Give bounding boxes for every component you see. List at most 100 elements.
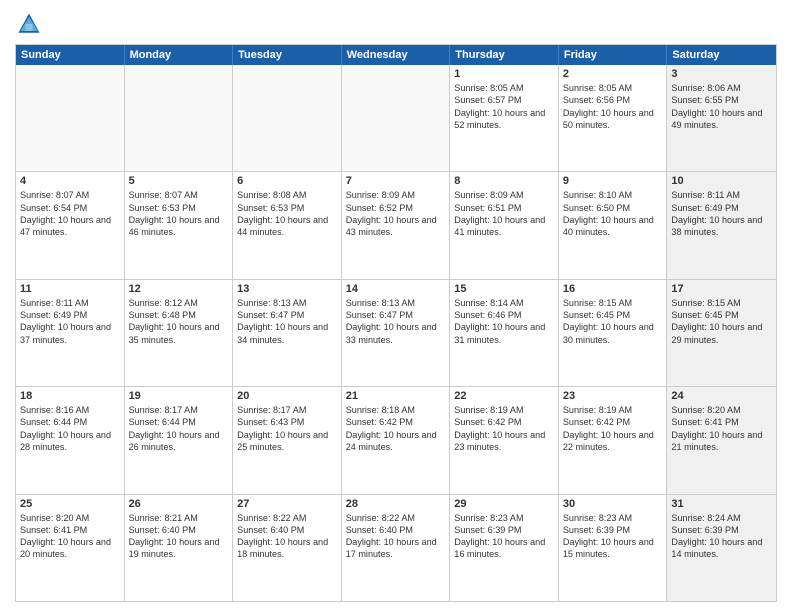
cell-text: Sunrise: 8:14 AM Sunset: 6:46 PM Dayligh… xyxy=(454,297,554,346)
day-number: 5 xyxy=(129,175,229,187)
day-number: 7 xyxy=(346,175,446,187)
cell-text: Sunrise: 8:11 AM Sunset: 6:49 PM Dayligh… xyxy=(20,297,120,346)
cell-text: Sunrise: 8:17 AM Sunset: 6:43 PM Dayligh… xyxy=(237,404,337,453)
day-number: 4 xyxy=(20,175,120,187)
cal-cell-30: 30 Sunrise: 8:23 AM Sunset: 6:39 PM Dayli… xyxy=(559,495,668,601)
day-number: 22 xyxy=(454,390,554,402)
day-number: 15 xyxy=(454,283,554,295)
cal-cell-empty-3 xyxy=(342,65,451,171)
cell-text: Sunrise: 8:23 AM Sunset: 6:39 PM Dayligh… xyxy=(563,512,663,561)
cal-cell-16: 16Sunrise: 8:15 AM Sunset: 6:45 PM Dayli… xyxy=(559,280,668,386)
cal-header-cell-saturday: Saturday xyxy=(667,45,776,65)
cell-text: Sunrise: 8:22 AM Sunset: 6:40 PM Dayligh… xyxy=(346,512,446,561)
cal-cell-14: 14 Sunrise: 8:13 AM Sunset: 6:47 PM Dayli… xyxy=(342,280,451,386)
cal-cell-empty-1 xyxy=(125,65,234,171)
cell-text: Sunrise: 8:13 AM Sunset: 6:47 PM Dayligh… xyxy=(346,297,446,346)
cal-cell-11: 11 Sunrise: 8:11 AM Sunset: 6:49 PM Dayli… xyxy=(16,280,125,386)
cell-text: Sunrise: 8:22 AM Sunset: 6:40 PM Dayligh… xyxy=(237,512,337,561)
calendar-body: 1Sunrise: 8:05 AM Sunset: 6:57 PM Daylig… xyxy=(16,65,776,601)
day-number: 2 xyxy=(563,68,663,80)
day-number: 13 xyxy=(237,283,337,295)
cell-text: Sunrise: 8:19 AM Sunset: 6:42 PM Dayligh… xyxy=(454,404,554,453)
day-number: 28 xyxy=(346,498,446,510)
day-number: 6 xyxy=(237,175,337,187)
day-number: 17 xyxy=(671,283,772,295)
day-number: 26 xyxy=(129,498,229,510)
cal-cell-3: 3Sunrise: 8:06 AM Sunset: 6:55 PM Daylig… xyxy=(667,65,776,171)
cal-cell-28: 28 Sunrise: 8:22 AM Sunset: 6:40 PM Dayli… xyxy=(342,495,451,601)
cell-text: Sunrise: 8:06 AM Sunset: 6:55 PM Dayligh… xyxy=(671,82,772,131)
cal-cell-15: 15 Sunrise: 8:14 AM Sunset: 6:46 PM Dayli… xyxy=(450,280,559,386)
cell-text: Sunrise: 8:05 AM Sunset: 6:57 PM Dayligh… xyxy=(454,82,554,131)
logo xyxy=(15,10,47,38)
cal-week-3: 18 Sunrise: 8:16 AM Sunset: 6:44 PM Dayli… xyxy=(16,387,776,494)
cal-cell-21: 21 Sunrise: 8:18 AM Sunset: 6:42 PM Dayli… xyxy=(342,387,451,493)
calendar-header-row: SundayMondayTuesdayWednesdayThursdayFrid… xyxy=(16,45,776,65)
day-number: 29 xyxy=(454,498,554,510)
cal-cell-27: 27 Sunrise: 8:22 AM Sunset: 6:40 PM Dayli… xyxy=(233,495,342,601)
cell-text: Sunrise: 8:18 AM Sunset: 6:42 PM Dayligh… xyxy=(346,404,446,453)
cal-cell-empty-0 xyxy=(16,65,125,171)
cell-text: Sunrise: 8:16 AM Sunset: 6:44 PM Dayligh… xyxy=(20,404,120,453)
cal-cell-23: 23Sunrise: 8:19 AM Sunset: 6:42 PM Dayli… xyxy=(559,387,668,493)
cal-cell-8: 8 Sunrise: 8:09 AM Sunset: 6:51 PM Daylig… xyxy=(450,172,559,278)
cell-text: Sunrise: 8:17 AM Sunset: 6:44 PM Dayligh… xyxy=(129,404,229,453)
cal-cell-5: 5Sunrise: 8:07 AM Sunset: 6:53 PM Daylig… xyxy=(125,172,234,278)
day-number: 20 xyxy=(237,390,337,402)
page: SundayMondayTuesdayWednesdayThursdayFrid… xyxy=(0,0,792,612)
day-number: 30 xyxy=(563,498,663,510)
cal-cell-24: 24Sunrise: 8:20 AM Sunset: 6:41 PM Dayli… xyxy=(667,387,776,493)
cal-header-cell-monday: Monday xyxy=(125,45,234,65)
cell-text: Sunrise: 8:09 AM Sunset: 6:52 PM Dayligh… xyxy=(346,189,446,238)
cal-cell-19: 19 Sunrise: 8:17 AM Sunset: 6:44 PM Dayli… xyxy=(125,387,234,493)
cell-text: Sunrise: 8:19 AM Sunset: 6:42 PM Dayligh… xyxy=(563,404,663,453)
day-number: 14 xyxy=(346,283,446,295)
cell-text: Sunrise: 8:24 AM Sunset: 6:39 PM Dayligh… xyxy=(671,512,772,561)
logo-icon xyxy=(15,10,43,38)
day-number: 16 xyxy=(563,283,663,295)
day-number: 11 xyxy=(20,283,120,295)
cal-cell-17: 17 Sunrise: 8:15 AM Sunset: 6:45 PM Dayli… xyxy=(667,280,776,386)
header xyxy=(15,10,777,38)
cal-cell-4: 4 Sunrise: 8:07 AM Sunset: 6:54 PM Daylig… xyxy=(16,172,125,278)
day-number: 10 xyxy=(671,175,772,187)
cal-cell-9: 9 Sunrise: 8:10 AM Sunset: 6:50 PM Daylig… xyxy=(559,172,668,278)
cell-text: Sunrise: 8:15 AM Sunset: 6:45 PM Dayligh… xyxy=(671,297,772,346)
cal-cell-18: 18 Sunrise: 8:16 AM Sunset: 6:44 PM Dayli… xyxy=(16,387,125,493)
day-number: 24 xyxy=(671,390,772,402)
cal-header-cell-thursday: Thursday xyxy=(450,45,559,65)
cal-cell-1: 1Sunrise: 8:05 AM Sunset: 6:57 PM Daylig… xyxy=(450,65,559,171)
cell-text: Sunrise: 8:11 AM Sunset: 6:49 PM Dayligh… xyxy=(671,189,772,238)
cell-text: Sunrise: 8:20 AM Sunset: 6:41 PM Dayligh… xyxy=(20,512,120,561)
cal-cell-20: 20 Sunrise: 8:17 AM Sunset: 6:43 PM Dayli… xyxy=(233,387,342,493)
cal-header-cell-friday: Friday xyxy=(559,45,668,65)
cal-cell-25: 25Sunrise: 8:20 AM Sunset: 6:41 PM Dayli… xyxy=(16,495,125,601)
day-number: 18 xyxy=(20,390,120,402)
cal-week-4: 25Sunrise: 8:20 AM Sunset: 6:41 PM Dayli… xyxy=(16,495,776,601)
cell-text: Sunrise: 8:07 AM Sunset: 6:54 PM Dayligh… xyxy=(20,189,120,238)
cell-text: Sunrise: 8:12 AM Sunset: 6:48 PM Dayligh… xyxy=(129,297,229,346)
cal-cell-31: 31 Sunrise: 8:24 AM Sunset: 6:39 PM Dayli… xyxy=(667,495,776,601)
cal-week-1: 4 Sunrise: 8:07 AM Sunset: 6:54 PM Daylig… xyxy=(16,172,776,279)
cell-text: Sunrise: 8:23 AM Sunset: 6:39 PM Dayligh… xyxy=(454,512,554,561)
cal-header-cell-wednesday: Wednesday xyxy=(342,45,451,65)
day-number: 9 xyxy=(563,175,663,187)
day-number: 31 xyxy=(671,498,772,510)
day-number: 19 xyxy=(129,390,229,402)
cal-cell-29: 29 Sunrise: 8:23 AM Sunset: 6:39 PM Dayli… xyxy=(450,495,559,601)
cal-header-cell-sunday: Sunday xyxy=(16,45,125,65)
day-number: 8 xyxy=(454,175,554,187)
cal-cell-10: 10 Sunrise: 8:11 AM Sunset: 6:49 PM Dayli… xyxy=(667,172,776,278)
cell-text: Sunrise: 8:09 AM Sunset: 6:51 PM Dayligh… xyxy=(454,189,554,238)
day-number: 12 xyxy=(129,283,229,295)
day-number: 21 xyxy=(346,390,446,402)
cell-text: Sunrise: 8:10 AM Sunset: 6:50 PM Dayligh… xyxy=(563,189,663,238)
cell-text: Sunrise: 8:13 AM Sunset: 6:47 PM Dayligh… xyxy=(237,297,337,346)
cal-cell-2: 2Sunrise: 8:05 AM Sunset: 6:56 PM Daylig… xyxy=(559,65,668,171)
cal-cell-12: 12 Sunrise: 8:12 AM Sunset: 6:48 PM Dayli… xyxy=(125,280,234,386)
day-number: 27 xyxy=(237,498,337,510)
calendar: SundayMondayTuesdayWednesdayThursdayFrid… xyxy=(15,44,777,602)
cal-header-cell-tuesday: Tuesday xyxy=(233,45,342,65)
cal-cell-13: 13 Sunrise: 8:13 AM Sunset: 6:47 PM Dayli… xyxy=(233,280,342,386)
cell-text: Sunrise: 8:21 AM Sunset: 6:40 PM Dayligh… xyxy=(129,512,229,561)
